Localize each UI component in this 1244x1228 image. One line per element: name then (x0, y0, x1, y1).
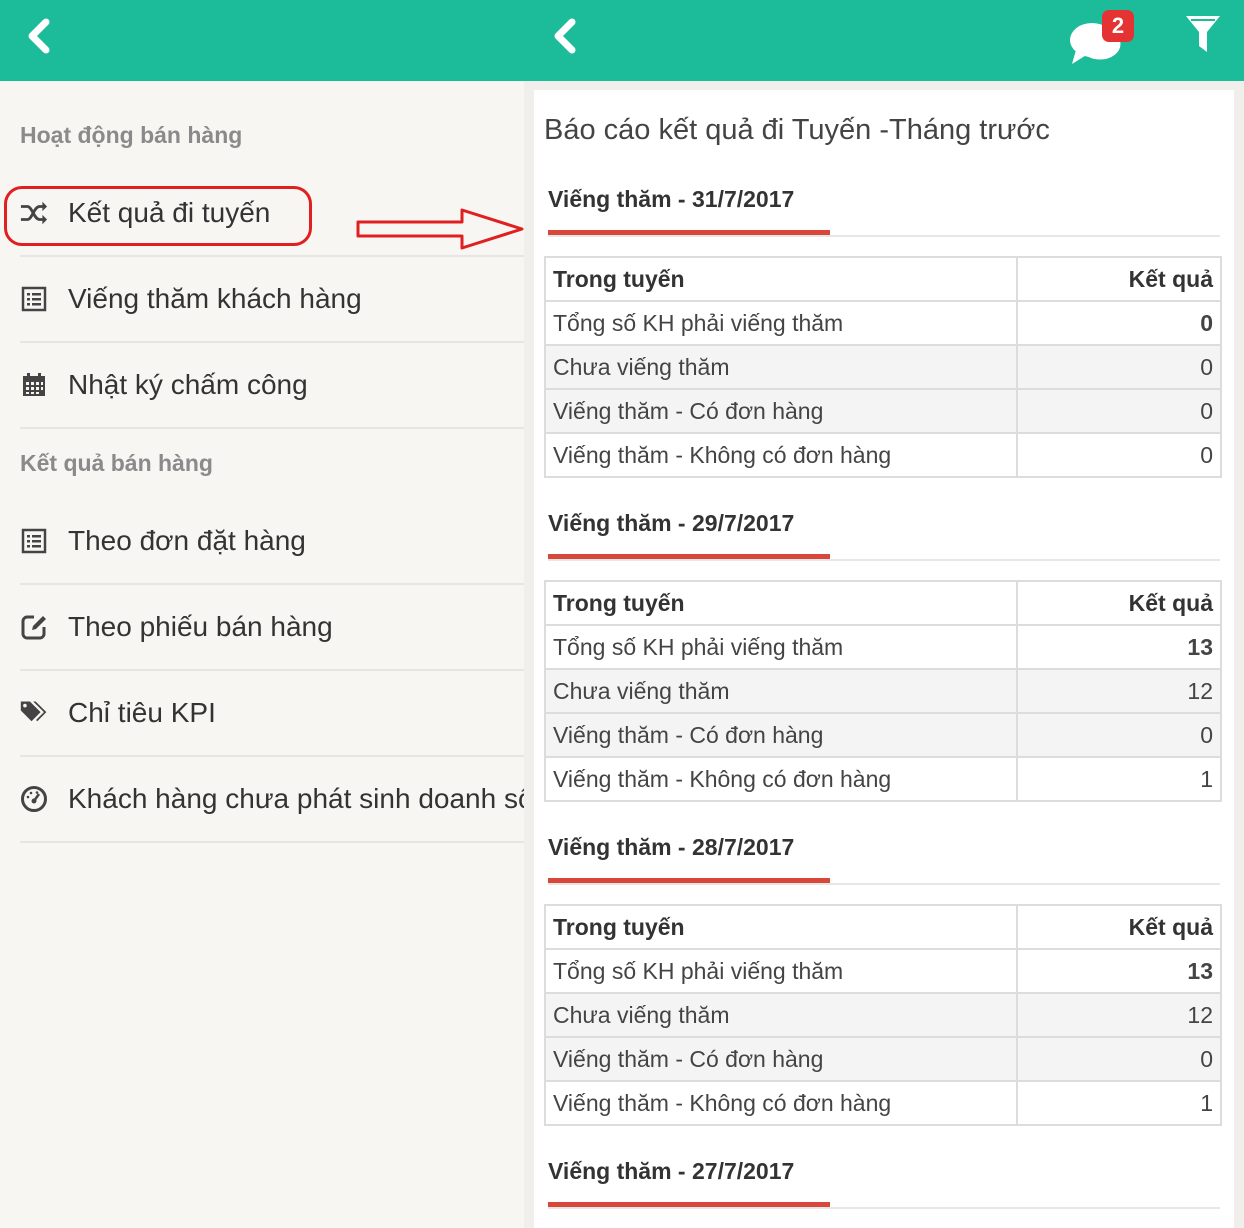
row-value: 12 (1016, 992, 1222, 1038)
annotation-highlight-ellipse (4, 186, 312, 246)
header-cell: Kết quả (1016, 256, 1222, 302)
menu-item-label: Nhật ký chấm công (68, 369, 308, 400)
visit-title: Viếng thăm - 29/7/2017 (548, 510, 795, 536)
visit-result-table: Trong tuyến Kết quả Tổng số KH phải viến… (544, 580, 1222, 802)
visit-divider (548, 883, 1220, 885)
table-row: Chưa viếng thăm 0 (544, 344, 1222, 390)
right-header-bar: 2 (524, 0, 1244, 81)
menu-item-customers-no-revenue[interactable]: Khách hàng chưa phát sinh doanh số (20, 757, 524, 843)
table-row: Viếng thăm - Không có đơn hàng 1 (544, 756, 1222, 802)
visit-result-table: Trong tuyến Kết quả Tổng số KH phải viến… (544, 904, 1222, 1126)
row-label: Chưa viếng thăm (544, 668, 1018, 714)
back-button[interactable] (544, 14, 584, 58)
visit-result-table: Trong tuyến Kết quả Tổng số KH phải viến… (544, 256, 1222, 478)
menu-item-label: Theo đơn đặt hàng (68, 525, 306, 556)
chevron-left-icon (28, 18, 50, 54)
row-label: Viếng thăm - Không có đơn hàng (544, 756, 1018, 802)
page-title: Báo cáo kết quả đi Tuyến -Tháng trước (544, 114, 1050, 146)
header-cell: Trong tuyến (544, 580, 1018, 626)
report-panel: 2 Báo cáo kết quả đi Tuyến -Tháng trước … (524, 0, 1244, 1228)
table-row: Tổng số KH phải viếng thăm 0 (544, 300, 1222, 346)
table-header-row: Trong tuyến Kết quả (544, 580, 1222, 626)
visit-divider (548, 235, 1220, 237)
header-cell: Trong tuyến (544, 256, 1018, 302)
back-button[interactable] (18, 14, 58, 58)
notification-badge: 2 (1102, 10, 1134, 42)
row-label: Tổng số KH phải viếng thăm (544, 300, 1018, 346)
menu-item-by-sales-slip[interactable]: Theo phiếu bán hàng (20, 585, 524, 671)
row-value: 13 (1016, 624, 1222, 670)
row-label: Viếng thăm - Không có đơn hàng (544, 1080, 1018, 1126)
tags-icon (20, 699, 48, 727)
row-value: 1 (1016, 756, 1222, 802)
row-value: 0 (1016, 300, 1222, 346)
row-value: 12 (1016, 668, 1222, 714)
row-value: 13 (1016, 948, 1222, 994)
visit-underline (548, 1202, 830, 1207)
table-row: Chưa viếng thăm 12 (544, 668, 1222, 714)
calendar-icon (20, 371, 48, 399)
visit-title: Viếng thăm - 28/7/2017 (548, 834, 795, 860)
row-label: Chưa viếng thăm (544, 344, 1018, 390)
menu-item-by-order[interactable]: Theo đơn đặt hàng (20, 499, 524, 585)
table-row: Viếng thăm - Có đơn hàng 0 (544, 1036, 1222, 1082)
table-header-row: Trong tuyến Kết quả (544, 904, 1222, 950)
row-value: 1 (1016, 1080, 1222, 1126)
chevron-left-icon (554, 18, 576, 54)
annotation-arrow-icon (356, 208, 524, 250)
header-cell: Kết quả (1016, 904, 1222, 950)
row-label: Viếng thăm - Có đơn hàng (544, 388, 1018, 434)
row-label: Viếng thăm - Có đơn hàng (544, 712, 1018, 758)
section-title-sales-results: Kết quả bán hàng (20, 450, 213, 476)
visit-title: Viếng thăm - 27/7/2017 (548, 1158, 795, 1184)
header-cell: Kết quả (1016, 580, 1222, 626)
menu-item-label: Viếng thăm khách hàng (68, 283, 362, 314)
edit-icon (20, 613, 48, 641)
left-header-bar (0, 0, 524, 81)
row-label: Viếng thăm - Không có đơn hàng (544, 432, 1018, 478)
filter-icon[interactable] (1184, 14, 1222, 54)
list-icon (20, 285, 48, 313)
row-label: Tổng số KH phải viếng thăm (544, 948, 1018, 994)
visit-underline (548, 230, 830, 235)
table-row: Tổng số KH phải viếng thăm 13 (544, 624, 1222, 670)
menu-item-label: Theo phiếu bán hàng (68, 611, 333, 642)
row-label: Tổng số KH phải viếng thăm (544, 624, 1018, 670)
section-title-sales-activity: Hoạt động bán hàng (20, 122, 243, 148)
visit-divider (548, 559, 1220, 561)
row-value: 0 (1016, 432, 1222, 478)
row-value: 0 (1016, 1036, 1222, 1082)
visit-underline (548, 878, 830, 883)
visit-underline (548, 554, 830, 559)
table-row: Viếng thăm - Không có đơn hàng 1 (544, 1080, 1222, 1126)
table-row: Viếng thăm - Có đơn hàng 0 (544, 712, 1222, 758)
table-row: Tổng số KH phải viếng thăm 13 (544, 948, 1222, 994)
visit-divider (548, 1207, 1220, 1209)
header-cell: Trong tuyến (544, 904, 1018, 950)
menu-item-label: Chỉ tiêu KPI (68, 697, 216, 728)
menu-item-attendance-log[interactable]: Nhật ký chấm công (20, 343, 524, 429)
row-value: 0 (1016, 712, 1222, 758)
dashboard-icon (20, 785, 48, 813)
row-label: Chưa viếng thăm (544, 992, 1018, 1038)
table-row: Viếng thăm - Có đơn hàng 0 (544, 388, 1222, 434)
table-row: Chưa viếng thăm 12 (544, 992, 1222, 1038)
navigation-panel: Hoạt động bán hàng Kết quả đi tuyến Viến… (0, 0, 524, 1228)
visit-title: Viếng thăm - 31/7/2017 (548, 186, 795, 212)
row-label: Viếng thăm - Có đơn hàng (544, 1036, 1018, 1082)
table-row: Viếng thăm - Không có đơn hàng 0 (544, 432, 1222, 478)
menu-item-kpi[interactable]: Chỉ tiêu KPI (20, 671, 524, 757)
list-icon (20, 527, 48, 555)
table-header-row: Trong tuyến Kết quả (544, 256, 1222, 302)
menu-item-customer-visits[interactable]: Viếng thăm khách hàng (20, 257, 524, 343)
row-value: 0 (1016, 344, 1222, 390)
row-value: 0 (1016, 388, 1222, 434)
report-card: Báo cáo kết quả đi Tuyến -Tháng trước Vi… (534, 90, 1234, 1228)
menu-item-label: Khách hàng chưa phát sinh doanh số (68, 783, 524, 814)
